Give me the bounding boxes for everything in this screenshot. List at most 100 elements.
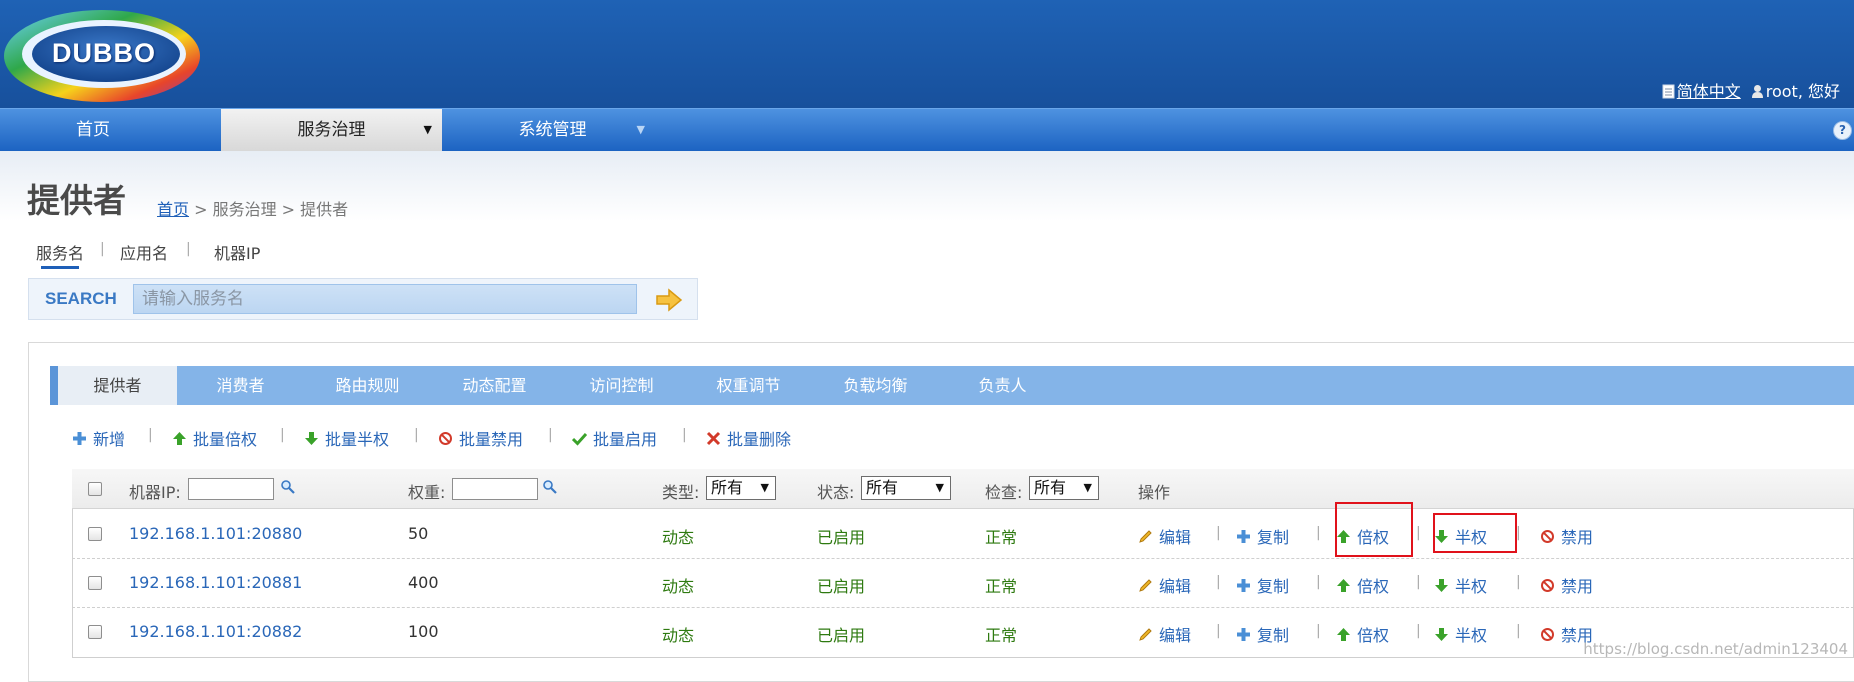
copy-button[interactable]: 复制	[1236, 622, 1289, 646]
arrow-up-icon	[1337, 578, 1350, 592]
tab-access-control[interactable]: 访问控制	[558, 366, 685, 405]
disable-button[interactable]: 禁用	[1540, 524, 1593, 548]
nav-item-service-governance[interactable]: 服务治理 ▼	[221, 109, 442, 151]
status-value: 已启用	[817, 626, 866, 645]
provider-address-link[interactable]: 192.168.1.101:20881	[129, 573, 302, 592]
batch-double-weight-button[interactable]: 批量倍权	[172, 426, 257, 450]
edit-button[interactable]: 编辑	[1138, 622, 1191, 646]
tab-consumers[interactable]: 消费者	[177, 366, 304, 405]
highlight-half-weight	[1433, 513, 1517, 553]
chevron-down-icon: ▼	[1083, 481, 1092, 494]
provider-address-link[interactable]: 192.168.1.101:20880	[129, 524, 302, 543]
edit-button[interactable]: 编辑	[1138, 573, 1191, 597]
op-separator: |	[1316, 574, 1321, 590]
op-separator: |	[1316, 623, 1321, 639]
disable-button[interactable]: 禁用	[1540, 573, 1593, 597]
search-icon[interactable]	[542, 479, 558, 495]
op-label: 复制	[1257, 528, 1290, 547]
check-value: 正常	[985, 528, 1018, 547]
double-weight-button[interactable]: 倍权	[1336, 573, 1389, 597]
type-filter-select[interactable]: 所有 ▼	[706, 476, 776, 500]
row-checkbox[interactable]	[88, 527, 102, 541]
user-label: root, 您好	[1765, 82, 1840, 101]
arrow-right-icon[interactable]	[655, 288, 683, 312]
half-weight-button[interactable]: 半权	[1434, 573, 1487, 597]
search-tab-service-name[interactable]: 服务名	[36, 240, 84, 264]
row-checkbox[interactable]	[88, 625, 102, 639]
header-status: 状态:	[817, 483, 855, 502]
tab-owner[interactable]: 负责人	[939, 366, 1066, 405]
plus-icon	[1237, 529, 1250, 543]
tab-separator: |	[100, 241, 105, 257]
table-row: 192.168.1.101:20881 400 动态 已启用 正常 编辑 | 复…	[72, 559, 1854, 608]
main-nav: 首页 服务治理 ▼ 系统管理 ▼ ?	[0, 108, 1854, 151]
page-title: 提供者	[27, 181, 126, 220]
tab-weight-adjust[interactable]: 权重调节	[685, 366, 812, 405]
batch-half-weight-button[interactable]: 批量半权	[304, 426, 389, 450]
arrow-down-icon	[305, 431, 318, 445]
active-tab-indicator	[41, 266, 79, 269]
op-separator: |	[1416, 574, 1421, 590]
provider-address-link[interactable]: 192.168.1.101:20882	[129, 622, 302, 641]
edit-button[interactable]: 编辑	[1138, 524, 1191, 548]
toolbar-separator: |	[414, 427, 419, 443]
status-value: 已启用	[817, 528, 866, 547]
chevron-down-icon: ▼	[935, 481, 944, 494]
op-label: 编辑	[1159, 528, 1192, 547]
weight-value: 100	[408, 622, 439, 641]
batch-delete-button[interactable]: 批量删除	[706, 426, 791, 450]
weight-value: 400	[408, 573, 439, 592]
toolbar-label: 批量删除	[727, 430, 792, 449]
toolbar-label: 新增	[93, 430, 126, 449]
op-separator: |	[1516, 574, 1521, 590]
arrow-down-icon	[1435, 578, 1448, 592]
ip-filter-input[interactable]	[188, 478, 274, 500]
search-tab-machine-ip[interactable]: 机器IP	[214, 240, 260, 264]
chevron-down-icon: ▼	[760, 481, 769, 494]
search-tab-application-name[interactable]: 应用名	[120, 240, 168, 264]
user-greeting[interactable]: root, 您好	[1751, 78, 1840, 102]
toolbar-separator: |	[280, 427, 285, 443]
toolbar-label: 批量倍权	[193, 430, 258, 449]
row-checkbox[interactable]	[88, 576, 102, 590]
copy-button[interactable]: 复制	[1236, 524, 1289, 548]
help-icon[interactable]: ?	[1833, 121, 1852, 140]
status-filter-select[interactable]: 所有 ▼	[861, 476, 951, 500]
plus-icon	[73, 431, 86, 445]
search-input[interactable]	[133, 284, 637, 314]
op-label: 倍权	[1357, 577, 1390, 596]
search-bar: SEARCH	[28, 278, 698, 320]
op-separator: |	[1316, 525, 1321, 541]
nav-item-home[interactable]: 首页	[0, 109, 186, 151]
add-button[interactable]: 新增	[72, 426, 125, 450]
check-filter-select[interactable]: 所有 ▼	[1029, 476, 1099, 500]
batch-enable-button[interactable]: 批量启用	[572, 426, 657, 450]
breadcrumb-home-link[interactable]: 首页	[157, 200, 189, 219]
weight-filter-input[interactable]	[452, 478, 538, 500]
select-all-checkbox[interactable]	[88, 482, 102, 496]
ban-icon	[1541, 627, 1554, 641]
toolbar-separator: |	[682, 427, 687, 443]
op-label: 复制	[1257, 577, 1290, 596]
select-value: 所有	[866, 478, 899, 497]
table-header: 机器IP: 权重: 类型: 所有 ▼ 状态: 所有 ▼ 检查: 所有 ▼ 操作	[72, 469, 1854, 509]
tab-load-balance[interactable]: 负载均衡	[812, 366, 939, 405]
nav-item-system-management[interactable]: 系统管理 ▼	[442, 109, 663, 151]
batch-disable-button[interactable]: 批量禁用	[438, 426, 523, 450]
toolbar-label: 批量启用	[593, 430, 658, 449]
chevron-down-icon: ▼	[423, 123, 432, 136]
arrow-up-icon	[173, 431, 186, 445]
copy-button[interactable]: 复制	[1236, 573, 1289, 597]
search-icon[interactable]	[280, 479, 296, 495]
toolbar-label: 批量禁用	[459, 430, 524, 449]
plus-icon	[1237, 627, 1250, 641]
op-label: 复制	[1257, 626, 1290, 645]
tab-routing-rules[interactable]: 路由规则	[304, 366, 431, 405]
header-operations: 操作	[1138, 483, 1171, 502]
tab-dynamic-config[interactable]: 动态配置	[431, 366, 558, 405]
toolbar-label: 批量半权	[325, 430, 390, 449]
language-link[interactable]: 简体中文	[1662, 78, 1741, 102]
half-weight-button[interactable]: 半权	[1434, 622, 1487, 646]
tab-providers[interactable]: 提供者	[50, 366, 177, 405]
double-weight-button[interactable]: 倍权	[1336, 622, 1389, 646]
